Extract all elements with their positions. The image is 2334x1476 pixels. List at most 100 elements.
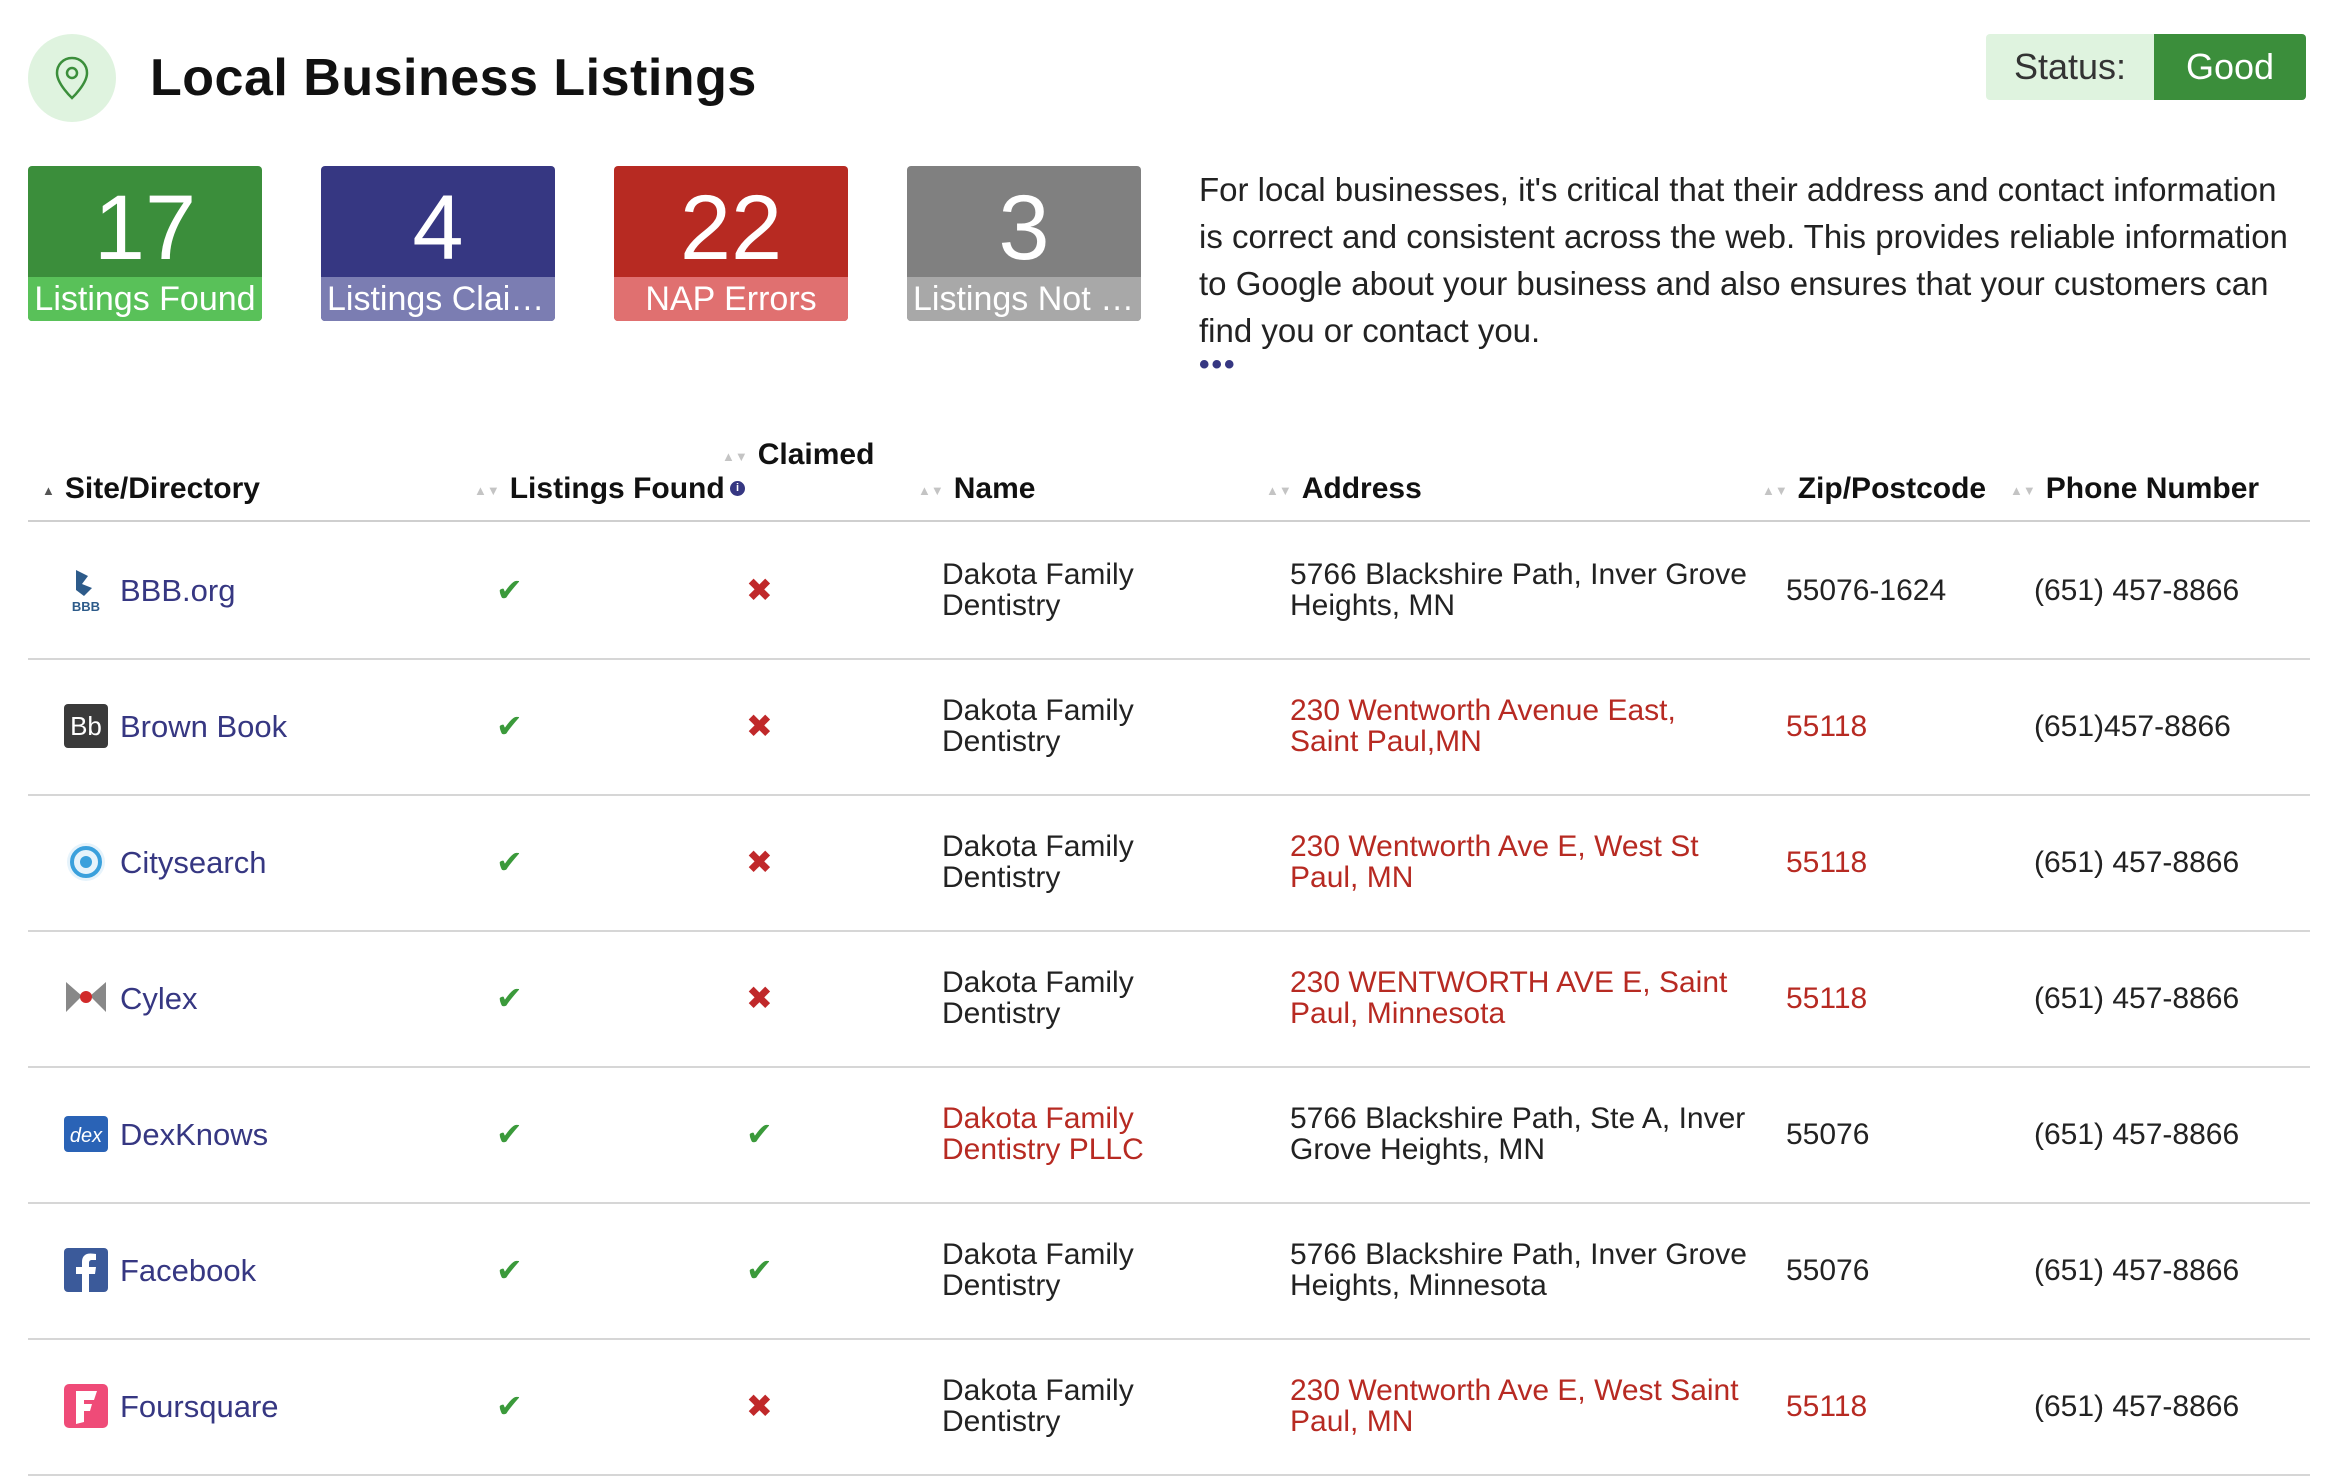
site-cell[interactable]: BBB BBB.org <box>62 522 235 658</box>
info-icon[interactable]: i <box>730 480 745 496</box>
check-icon: ✔ <box>746 1251 773 1288</box>
stat-value: 4 <box>412 177 464 279</box>
zip-cell: 55118 <box>1786 1389 1868 1423</box>
column-header-phone[interactable]: ▲▼ Phone Number <box>2010 472 2259 506</box>
site-link[interactable]: Cylex <box>120 983 198 1014</box>
phone-cell: (651) 457-8866 <box>2034 845 2240 879</box>
address-cell: 230 Wentworth Avenue East, Saint Paul,MN <box>1290 694 1676 758</box>
check-icon: ✔ <box>496 707 523 744</box>
site-link[interactable]: Foursquare <box>120 1391 279 1422</box>
address-cell: 5766 Blackshire Path, Inver Grove Height… <box>1290 558 1747 622</box>
table-row: Cylex ✔ ✖ Dakota Family Dentistry 230 WE… <box>28 930 2310 1068</box>
address-cell: 5766 Blackshire Path, Ste A, Inver Grove… <box>1290 1102 1746 1166</box>
cross-icon: ✖ <box>746 979 773 1016</box>
map-pin-icon <box>28 34 116 122</box>
site-cell[interactable]: Facebook <box>62 1202 256 1338</box>
stat-label: Listings Found <box>28 277 262 321</box>
column-header-zip[interactable]: ▲▼ Zip/Postcode <box>1762 472 1986 506</box>
site-link[interactable]: Facebook <box>120 1255 256 1286</box>
check-icon: ✔ <box>496 843 523 880</box>
facebook-logo-icon <box>62 1246 110 1294</box>
zip-cell: 55118 <box>1786 981 1868 1015</box>
site-link[interactable]: Brown Book <box>120 711 287 742</box>
column-header-claimed[interactable]: ▲▼ Claimed i <box>722 438 874 504</box>
site-cell[interactable]: Citysearch <box>62 794 266 930</box>
address-cell: 230 Wentworth Ave E, West St Paul, MN <box>1290 830 1699 894</box>
status-badge: Status: Good <box>1986 34 2306 100</box>
cross-icon: ✖ <box>746 571 773 608</box>
site-link[interactable]: DexKnows <box>120 1119 268 1150</box>
column-header-listings-found[interactable]: ▲▼ Listings Found <box>474 472 725 506</box>
address-cell: 5766 Blackshire Path, Inver Grove Height… <box>1290 1238 1747 1302</box>
svg-text:dex: dex <box>70 1125 103 1147</box>
name-cell: Dakota Family Dentistry <box>942 966 1134 1030</box>
panel-header: Local Business Listings <box>28 34 757 122</box>
table-row: Citysearch ✔ ✖ Dakota Family Dentistry 2… <box>28 794 2310 932</box>
phone-cell: (651) 457-8866 <box>2034 573 2240 607</box>
check-icon: ✔ <box>496 1251 523 1288</box>
table-row: BBB BBB.org ✔ ✖ Dakota Family Dentistry … <box>28 522 2310 660</box>
site-cell[interactable]: Foursquare <box>62 1338 279 1474</box>
brownbook-logo-icon: Bb <box>62 702 110 750</box>
phone-cell: (651) 457-8866 <box>2034 1389 2240 1423</box>
cross-icon: ✖ <box>746 843 773 880</box>
dexknows-logo-icon: dex <box>62 1110 110 1158</box>
stat-card-listings-found[interactable]: 17 Listings Found <box>28 166 262 321</box>
column-header-name[interactable]: ▲▼ Name <box>918 472 1035 506</box>
status-value: Good <box>2154 34 2306 100</box>
phone-cell: (651) 457-8866 <box>2034 1253 2240 1287</box>
stat-card-nap-errors[interactable]: 22 NAP Errors <box>614 166 848 321</box>
column-header-site[interactable]: ▲ Site/Directory <box>42 472 260 506</box>
status-label: Status: <box>1986 34 2154 100</box>
address-cell: 230 Wentworth Ave E, West Saint Paul, MN <box>1290 1374 1739 1438</box>
svg-text:Bb: Bb <box>70 711 102 741</box>
table-header: ▲ Site/Directory ▲▼ Listings Found ▲▼ Claim… <box>28 438 2310 522</box>
stat-label: NAP Errors <box>614 277 848 321</box>
phone-cell: (651) 457-8866 <box>2034 1117 2240 1151</box>
stat-value: 17 <box>93 177 197 279</box>
check-icon: ✔ <box>746 1115 773 1152</box>
table-row: Facebook ✔ ✔ Dakota Family Dentistry 576… <box>28 1202 2310 1340</box>
site-cell[interactable]: Cylex <box>62 930 198 1066</box>
zip-cell: 55076 <box>1786 1117 1870 1151</box>
stat-card-listings-claimed[interactable]: 4 Listings Claimed <box>321 166 555 321</box>
phone-cell: (651)457-8866 <box>2034 709 2231 743</box>
table-row: Bb Brown Book ✔ ✖ Dakota Family Dentistr… <box>28 658 2310 796</box>
site-link[interactable]: Citysearch <box>120 847 266 878</box>
cross-icon: ✖ <box>746 707 773 744</box>
name-cell: Dakota Family Dentistry <box>942 830 1134 894</box>
zip-cell: 55076-1624 <box>1786 573 1947 607</box>
check-icon: ✔ <box>496 571 523 608</box>
cross-icon: ✖ <box>746 1387 773 1424</box>
check-icon: ✔ <box>496 1387 523 1424</box>
citysearch-logo-icon <box>62 838 110 886</box>
bbb-logo-icon: BBB <box>62 566 110 614</box>
svg-text:BBB: BBB <box>72 599 100 614</box>
zip-cell: 55076 <box>1786 1253 1870 1287</box>
name-cell: Dakota Family Dentistry <box>942 694 1134 758</box>
address-cell: 230 WENTWORTH AVE E, Saint Paul, Minneso… <box>1290 966 1728 1030</box>
site-link[interactable]: BBB.org <box>120 575 235 606</box>
stat-value: 3 <box>998 177 1050 279</box>
phone-cell: (651) 457-8866 <box>2034 981 2240 1015</box>
stat-label: Listings Claimed <box>321 277 555 321</box>
stat-card-listings-not-found[interactable]: 3 Listings Not Found <box>907 166 1141 321</box>
zip-cell: 55118 <box>1786 709 1868 743</box>
name-cell: Dakota Family Dentistry PLLC <box>942 1102 1144 1166</box>
check-icon: ✔ <box>496 1115 523 1152</box>
stat-label: Listings Not Found <box>907 277 1141 321</box>
column-header-address[interactable]: ▲▼ Address <box>1266 472 1422 506</box>
description-text: For local businesses, it's critical that… <box>1199 171 2288 349</box>
foursquare-logo-icon <box>62 1382 110 1430</box>
stat-value: 22 <box>679 177 783 279</box>
site-cell[interactable]: dex DexKnows <box>62 1066 268 1202</box>
site-cell[interactable]: Bb Brown Book <box>62 658 287 794</box>
name-cell: Dakota Family Dentistry <box>942 1374 1134 1438</box>
local-listings-panel: Local Business Listings Status: Good 17 … <box>0 0 2334 1476</box>
name-cell: Dakota Family Dentistry <box>942 558 1134 622</box>
zip-cell: 55118 <box>1786 845 1868 879</box>
page-title: Local Business Listings <box>150 49 757 107</box>
more-button[interactable]: ••• <box>1199 350 1237 380</box>
name-cell: Dakota Family Dentistry <box>942 1238 1134 1302</box>
check-icon: ✔ <box>496 979 523 1016</box>
